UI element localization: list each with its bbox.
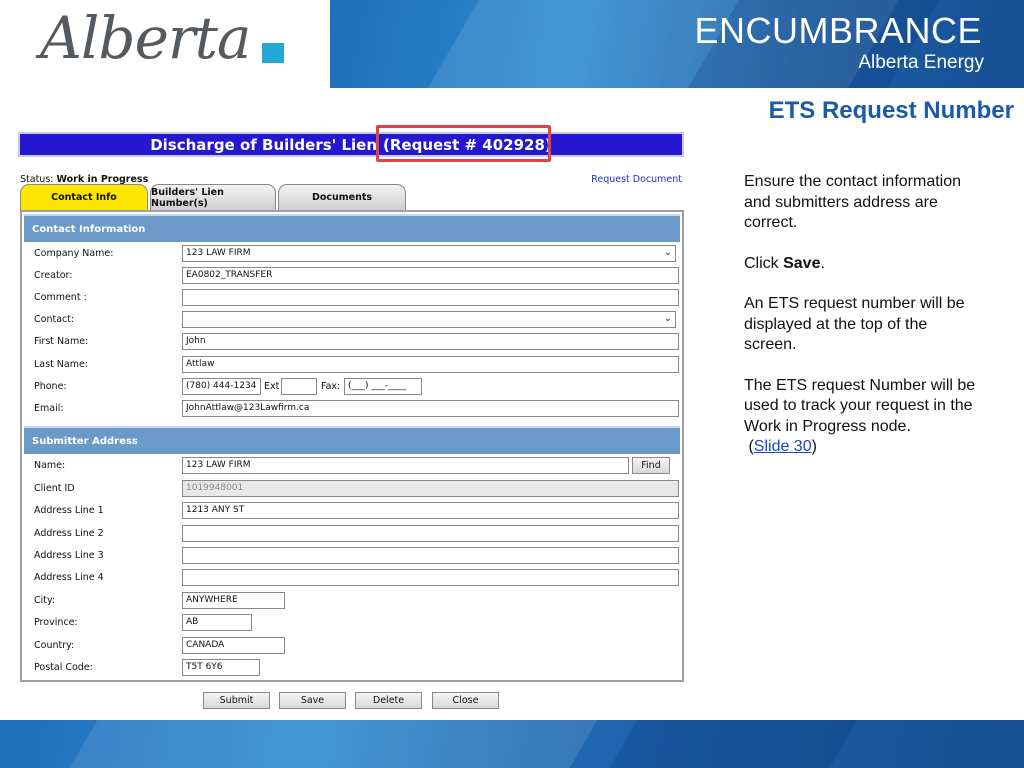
- header-subtitle: Alberta Energy: [858, 52, 984, 73]
- chevron-down-icon: ⌄: [663, 247, 672, 258]
- client-id-row: Client ID 1019948001: [34, 480, 679, 498]
- address-line-1-field[interactable]: 1213 ANY ST: [182, 502, 679, 519]
- creator-field[interactable]: EA0802_TRANSFER: [182, 267, 679, 284]
- address-line-2-row: Address Line 2: [34, 525, 679, 543]
- alberta-logo: Alberta: [40, 4, 251, 72]
- client-id-field: 1019948001: [182, 480, 679, 497]
- slide-30-link[interactable]: Slide 30: [754, 438, 812, 455]
- form-title-bar: Discharge of Builders' Lien (Request # 4…: [18, 132, 684, 157]
- last-name-row: Last Name: Attlaw: [34, 356, 679, 374]
- first-name-field[interactable]: John: [182, 333, 679, 350]
- save-button[interactable]: Save: [279, 692, 346, 709]
- email-row: Email: JohnAttlaw@123Lawfirm.ca: [34, 400, 679, 418]
- tab-bar: Contact Info Builders' Lien Number(s) Do…: [20, 184, 406, 210]
- submit-button[interactable]: Submit: [203, 692, 270, 709]
- contact-row: Contact: ⌄: [34, 311, 676, 329]
- footer-banner: [0, 720, 1024, 768]
- first-name-row: First Name: John: [34, 333, 679, 351]
- app-screenshot: Discharge of Builders' Lien (Request # 4…: [18, 125, 686, 712]
- province-row: Province: AB: [34, 614, 674, 632]
- creator-row: Creator: EA0802_TRANSFER: [34, 267, 679, 285]
- city-row: City: ANYWHERE: [34, 592, 674, 610]
- instruction-notes: Ensure the contact information and submi…: [744, 172, 984, 458]
- logo-square-icon: [262, 43, 284, 63]
- address-line-3-row: Address Line 3: [34, 547, 679, 565]
- close-button[interactable]: Close: [432, 692, 499, 709]
- submitter-address-header: Submitter Address: [24, 426, 680, 454]
- postal-code-field[interactable]: T5T 6Y6: [182, 659, 260, 676]
- tab-builders-lien-numbers[interactable]: Builders' Lien Number(s): [150, 184, 276, 210]
- save-emphasis: Save: [783, 254, 821, 272]
- phone-row: Phone: (780) 444-1234 Ext Fax: (___) ___…: [34, 378, 674, 396]
- postal-code-row: Postal Code: T5T 6Y6: [34, 659, 674, 677]
- form-title: Discharge of Builders' Lien: [150, 135, 378, 154]
- logo-area: Alberta: [0, 0, 330, 88]
- tab-documents[interactable]: Documents: [278, 184, 406, 210]
- address-line-4-row: Address Line 4: [34, 569, 679, 587]
- request-number-highlight: [376, 125, 551, 162]
- fax-field[interactable]: (___) ___-____: [344, 378, 422, 395]
- find-button[interactable]: Find: [632, 457, 670, 474]
- note-paragraph-2: Click Save.: [744, 254, 825, 272]
- note-paragraph-1: Ensure the contact information and submi…: [744, 173, 962, 231]
- request-document-link[interactable]: Request Document: [591, 174, 682, 185]
- address-line-4-field[interactable]: [182, 569, 679, 586]
- comment-field[interactable]: [182, 289, 679, 306]
- slide: Alberta ENCUMBRANCE Alberta Energy ETS R…: [0, 0, 1024, 768]
- email-field[interactable]: JohnAttlaw@123Lawfirm.ca: [182, 400, 679, 417]
- comment-row: Comment :: [34, 289, 679, 307]
- submitter-name-field[interactable]: 123 LAW FIRM: [182, 457, 629, 474]
- note-paragraph-3: An ETS request number will be displayed …: [744, 295, 965, 353]
- last-name-field[interactable]: Attlaw: [182, 356, 679, 373]
- contact-information-header: Contact Information: [24, 214, 680, 242]
- submitter-name-row: Name: 123 LAW FIRM Find: [34, 457, 674, 475]
- city-field[interactable]: ANYWHERE: [182, 592, 285, 609]
- province-field[interactable]: AB: [182, 614, 252, 631]
- address-line-1-row: Address Line 1 1213 ANY ST: [34, 502, 679, 520]
- ext-field[interactable]: [281, 378, 317, 395]
- header-banner: ENCUMBRANCE Alberta Energy: [330, 0, 1024, 88]
- chevron-down-icon: ⌄: [663, 313, 672, 324]
- tab-contact-info[interactable]: Contact Info: [20, 184, 148, 210]
- form-panel: Contact Information Company Name: 123 LA…: [20, 210, 684, 682]
- delete-button[interactable]: Delete: [355, 692, 422, 709]
- company-name-row: Company Name: 123 LAW FIRM ⌄: [34, 245, 676, 263]
- form-action-buttons: Submit Save Delete Close: [18, 692, 686, 712]
- country-row: Country: CANADA: [34, 637, 674, 655]
- slide-heading: ETS Request Number: [768, 97, 1014, 124]
- phone-field[interactable]: (780) 444-1234: [182, 378, 261, 395]
- address-line-3-field[interactable]: [182, 547, 679, 564]
- header-title: ENCUMBRANCE: [694, 10, 982, 51]
- country-field[interactable]: CANADA: [182, 637, 285, 654]
- note-paragraph-4: The ETS request Number will be used to t…: [744, 376, 976, 456]
- contact-select[interactable]: ⌄: [182, 311, 676, 328]
- address-line-2-field[interactable]: [182, 525, 679, 542]
- company-name-select[interactable]: 123 LAW FIRM ⌄: [182, 245, 676, 262]
